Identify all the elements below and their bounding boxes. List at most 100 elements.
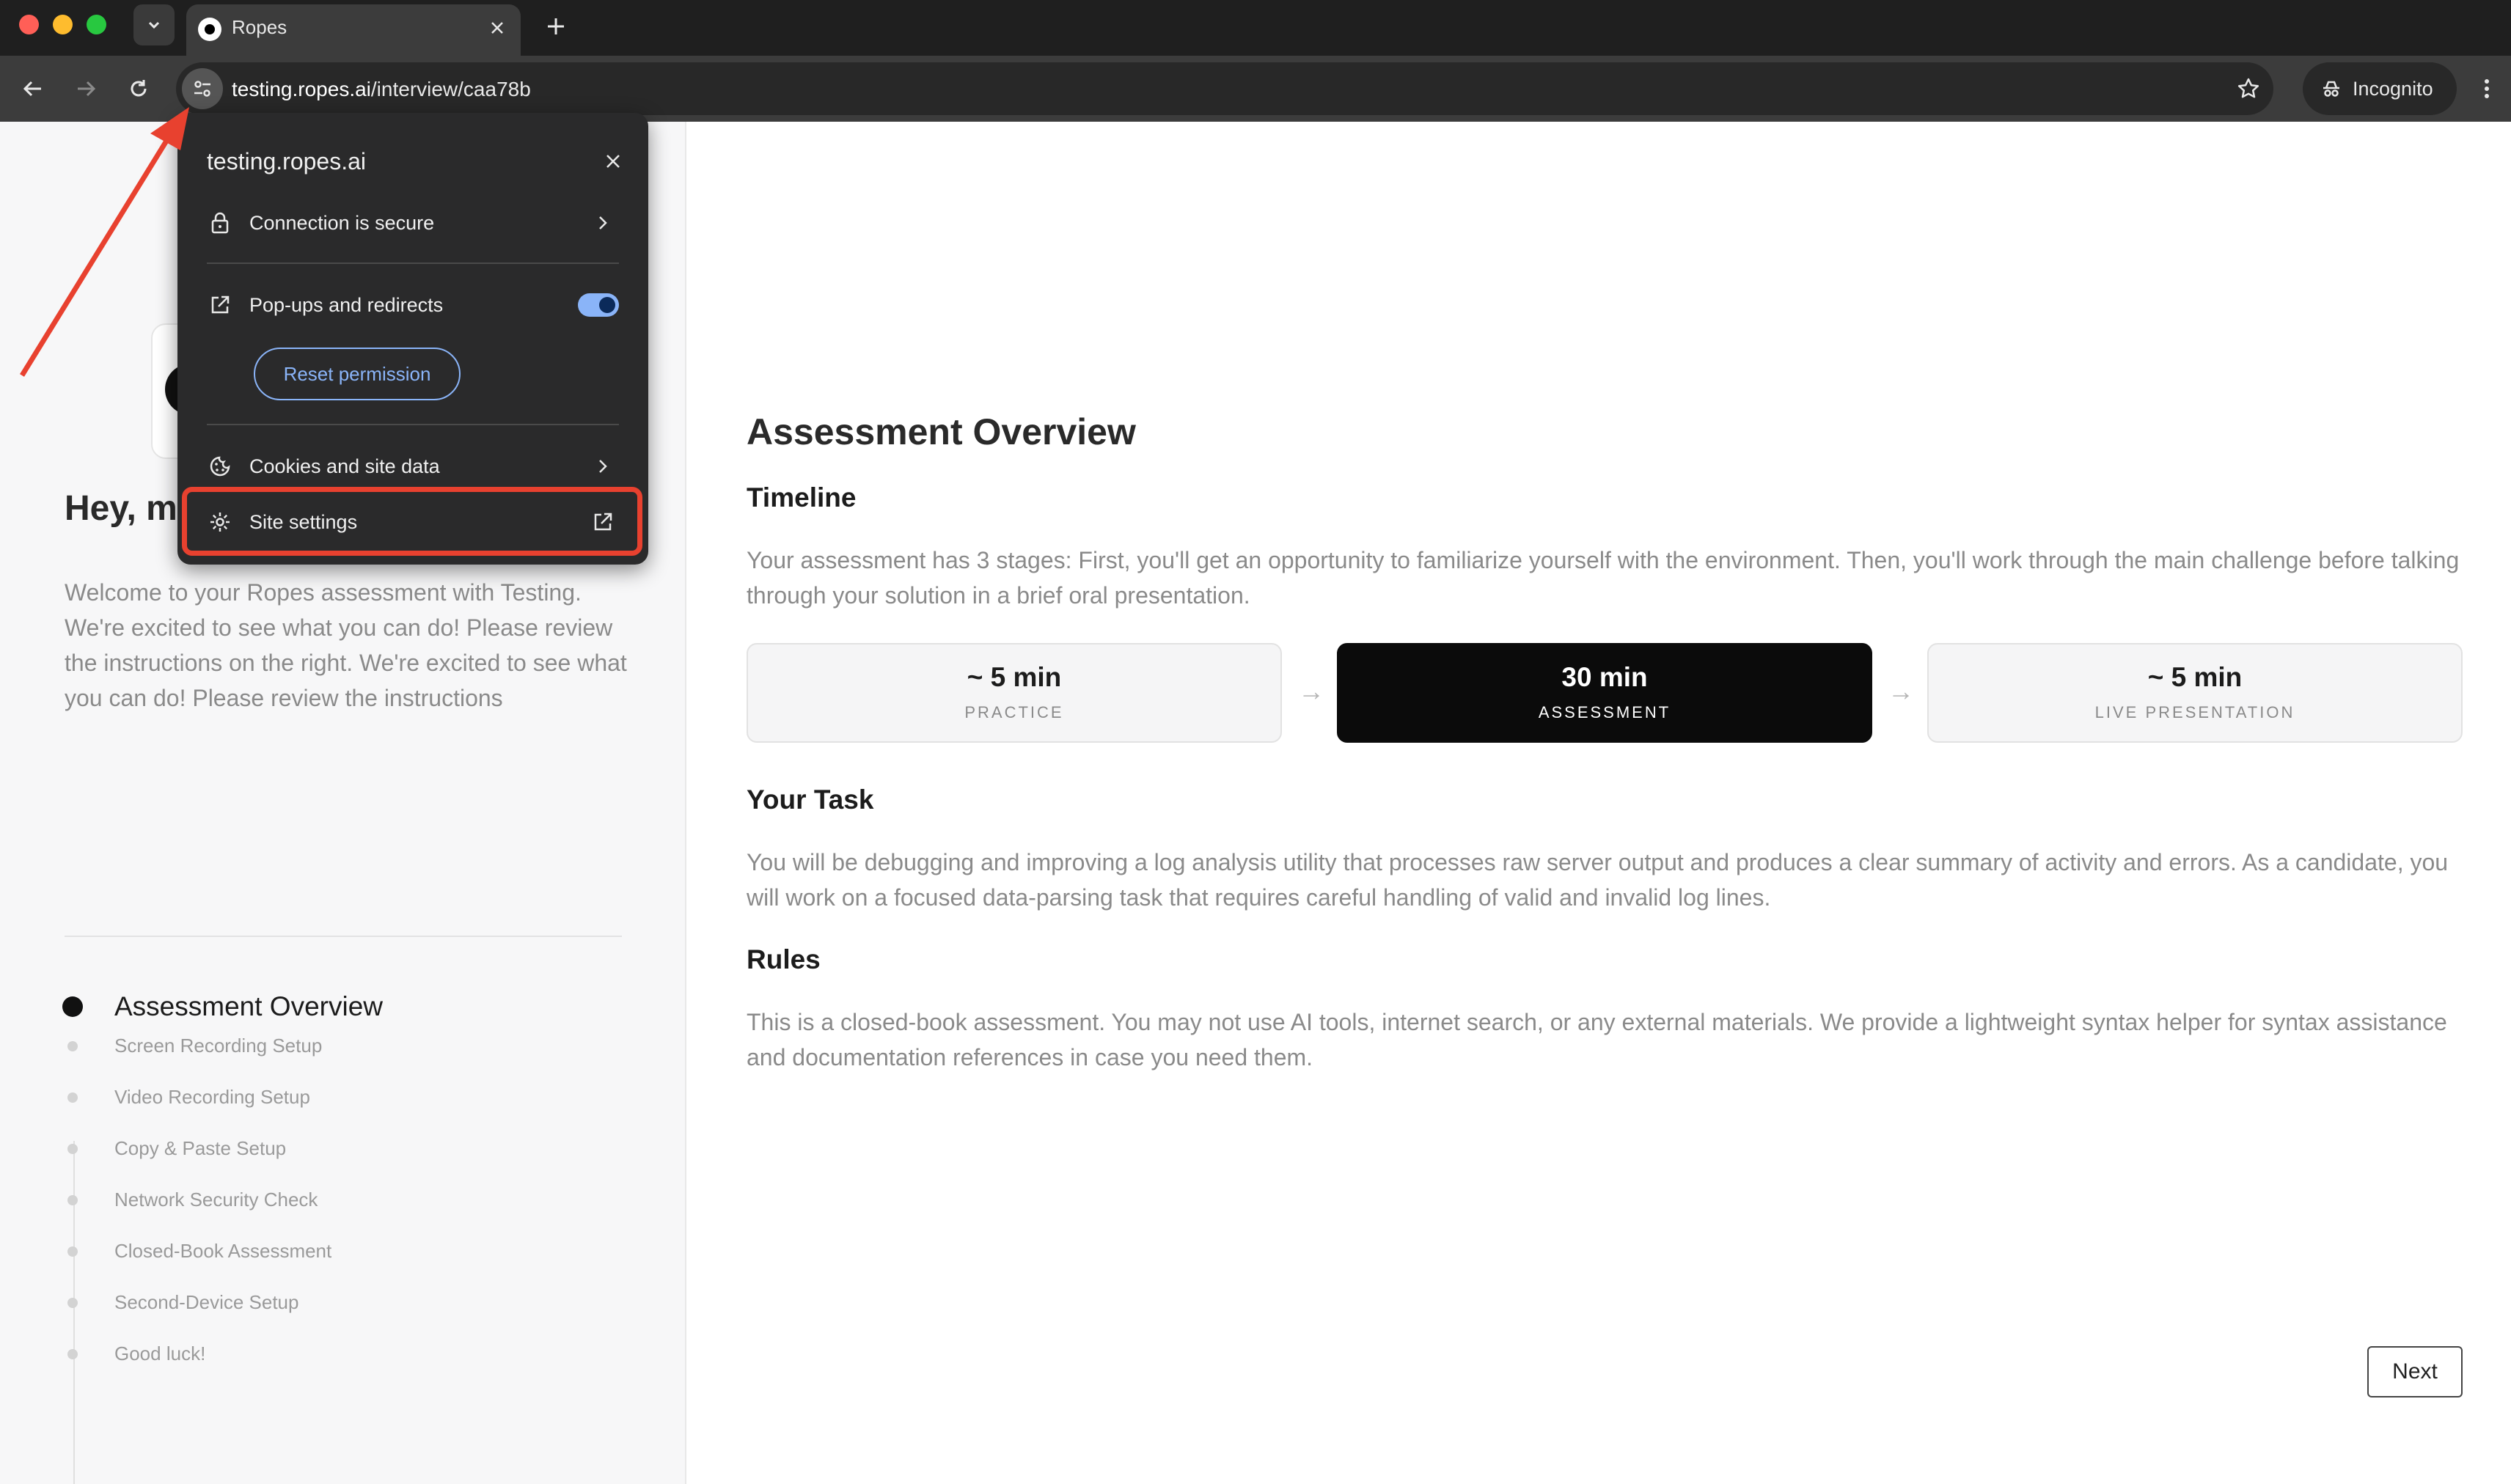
task-text: You will be debugging and improving a lo… bbox=[747, 849, 2449, 911]
new-tab-button[interactable] bbox=[538, 9, 573, 44]
address-bar[interactable]: testing.ropes.ai/interview/caa78b bbox=[176, 62, 2273, 115]
minimize-window-button[interactable] bbox=[53, 15, 73, 34]
step-dot bbox=[67, 1194, 78, 1205]
stage-arrow: → bbox=[1298, 676, 1324, 706]
close-icon bbox=[491, 22, 503, 34]
plus-icon bbox=[548, 18, 564, 34]
step-label: Good luck! bbox=[114, 1342, 206, 1364]
step-copy-paste-setup[interactable]: Copy & Paste Setup bbox=[62, 1137, 286, 1160]
close-icon bbox=[606, 155, 620, 168]
step-good-luck[interactable]: Good luck! bbox=[62, 1342, 205, 1365]
browser-tab[interactable]: Ropes bbox=[186, 4, 521, 56]
step-dot bbox=[67, 1246, 78, 1257]
reload-button[interactable] bbox=[120, 70, 157, 107]
stage-duration: 30 min bbox=[1561, 662, 1648, 692]
timeline-heading: Timeline bbox=[747, 482, 857, 513]
forward-button[interactable] bbox=[67, 70, 104, 107]
stage-duration: ~ 5 min bbox=[967, 662, 1062, 692]
divider bbox=[65, 936, 622, 937]
url-text: testing.ropes.ai/interview/caa78b bbox=[232, 78, 531, 101]
step-dot bbox=[67, 1348, 78, 1359]
popups-redirects-toggle[interactable] bbox=[578, 293, 619, 317]
rules-heading: Rules bbox=[747, 944, 821, 974]
tune-icon bbox=[194, 81, 210, 97]
popups-redirects-label: Pop-ups and redirects bbox=[249, 293, 444, 316]
next-button[interactable]: Next bbox=[2367, 1346, 2463, 1397]
welcome-text: Welcome to your Ropes assessment with Te… bbox=[65, 579, 627, 711]
step-dot bbox=[62, 996, 83, 1017]
close-window-button[interactable] bbox=[19, 15, 39, 34]
timeline-text: Your assessment has 3 stages: First, you… bbox=[747, 547, 2460, 609]
stage-name: PRACTICE bbox=[964, 703, 1064, 721]
browser-menu-button[interactable] bbox=[2468, 70, 2505, 107]
close-tab-button[interactable] bbox=[484, 15, 510, 41]
popup-divider bbox=[207, 424, 619, 425]
chevron-right-icon bbox=[588, 452, 617, 481]
back-button[interactable] bbox=[15, 70, 51, 107]
ropes-favicon-icon bbox=[198, 18, 221, 41]
tab-title: Ropes bbox=[232, 16, 287, 38]
more-vertical-icon bbox=[2485, 79, 2489, 98]
chevron-down-icon bbox=[148, 21, 160, 29]
url-path: /interview/caa78b bbox=[370, 78, 531, 100]
arrow-right-icon bbox=[78, 81, 96, 97]
tab-search-button[interactable] bbox=[133, 4, 175, 45]
step-network-security-check[interactable]: Network Security Check bbox=[62, 1189, 318, 1211]
step-second-device-setup[interactable]: Second-Device Setup bbox=[62, 1291, 298, 1314]
fullscreen-window-button[interactable] bbox=[87, 15, 106, 34]
step-dot bbox=[67, 1040, 78, 1051]
site-info-popup: testing.ropes.ai Connection is secure Po… bbox=[177, 113, 648, 565]
connection-secure-row[interactable]: Connection is secure bbox=[207, 202, 617, 243]
stage-arrow: → bbox=[1888, 676, 1914, 706]
popups-redirects-row: Pop-ups and redirects bbox=[207, 284, 617, 326]
incognito-icon bbox=[2323, 81, 2339, 97]
greeting-heading: Hey, m bbox=[65, 489, 177, 528]
connection-secure-label: Connection is secure bbox=[249, 211, 435, 234]
browser-toolbar: testing.ropes.ai/interview/caa78b Incogn… bbox=[0, 56, 2511, 122]
lock-icon bbox=[207, 210, 233, 236]
popup-divider bbox=[207, 262, 619, 264]
main-content: Assessment Overview Timeline Your assess… bbox=[747, 122, 2463, 1484]
step-closed-book-assessment[interactable]: Closed-Book Assessment bbox=[62, 1240, 331, 1263]
step-assessment-overview[interactable]: Assessment Overview bbox=[62, 991, 383, 1022]
step-dot bbox=[67, 1092, 78, 1103]
step-label: Video Recording Setup bbox=[114, 1086, 310, 1108]
popup-close-button[interactable] bbox=[597, 145, 629, 177]
cookies-site-data-row[interactable]: Cookies and site data bbox=[207, 446, 617, 487]
chevron-right-icon bbox=[588, 208, 617, 238]
step-label: Assessment Overview bbox=[114, 991, 383, 1021]
step-label: Second-Device Setup bbox=[114, 1291, 299, 1313]
step-dot bbox=[67, 1143, 78, 1154]
step-video-recording-setup[interactable]: Video Recording Setup bbox=[62, 1086, 310, 1109]
stage-duration: ~ 5 min bbox=[2147, 662, 2243, 692]
arrow-left-icon bbox=[23, 81, 41, 97]
stage-live-presentation: ~ 5 min LIVE PRESENTATION bbox=[1927, 643, 2463, 743]
stage-name: ASSESSMENT bbox=[1538, 703, 1671, 721]
stage-practice: ~ 5 min PRACTICE bbox=[747, 643, 1282, 743]
rules-text: This is a closed-book assessment. You ma… bbox=[747, 1009, 2447, 1070]
cookies-site-data-label: Cookies and site data bbox=[249, 455, 440, 477]
cookie-icon bbox=[207, 453, 233, 480]
step-screen-recording-setup[interactable]: Screen Recording Setup bbox=[62, 1035, 322, 1057]
step-label: Screen Recording Setup bbox=[114, 1035, 323, 1057]
incognito-badge[interactable]: Incognito bbox=[2303, 62, 2457, 115]
step-label: Network Security Check bbox=[114, 1189, 318, 1211]
site-info-button[interactable] bbox=[182, 68, 223, 109]
page-title: Assessment Overview bbox=[747, 411, 1136, 452]
popup-host: testing.ropes.ai bbox=[207, 148, 367, 175]
stage-name: LIVE PRESENTATION bbox=[2094, 703, 2295, 721]
your-task-heading: Your Task bbox=[747, 785, 874, 815]
bookmark-button[interactable] bbox=[2229, 70, 2268, 108]
reset-permission-button[interactable]: Reset permission bbox=[254, 348, 461, 400]
browser-tab-bar: Ropes bbox=[0, 0, 2511, 56]
step-label: Copy & Paste Setup bbox=[114, 1137, 287, 1159]
url-host: testing.ropes.ai bbox=[232, 78, 371, 100]
incognito-label: Incognito bbox=[2353, 77, 2433, 100]
reload-icon bbox=[131, 80, 147, 97]
open-external-icon bbox=[207, 292, 233, 318]
star-icon bbox=[2237, 78, 2259, 98]
stage-assessment: 30 min ASSESSMENT bbox=[1337, 643, 1872, 743]
step-dot bbox=[67, 1297, 78, 1308]
step-label: Closed-Book Assessment bbox=[114, 1240, 332, 1262]
site-settings-highlight bbox=[182, 487, 642, 556]
